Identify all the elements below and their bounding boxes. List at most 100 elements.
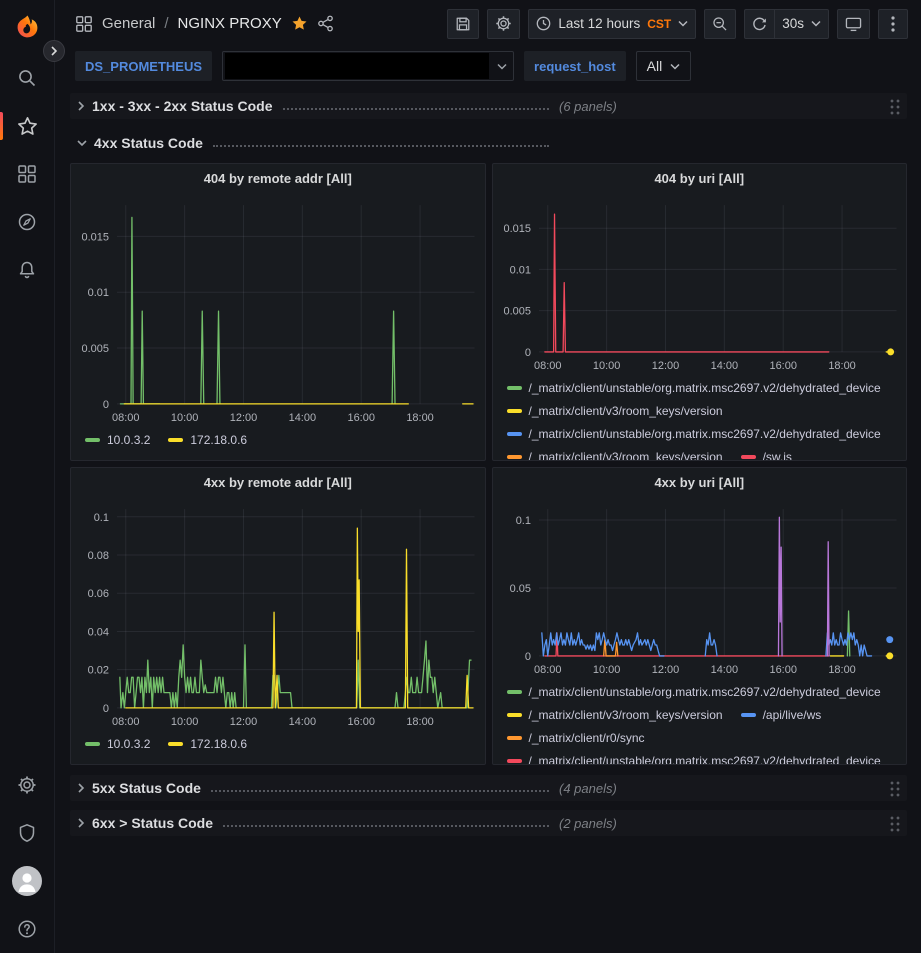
sidebar-item-server-admin[interactable] (0, 809, 55, 857)
row-drag-handle[interactable] (889, 815, 900, 832)
legend-label: /_matrix/client/unstable/org.matrix.msc2… (529, 381, 881, 395)
sidebar-item-profile[interactable] (0, 857, 55, 905)
sidebar-item-dashboards[interactable] (0, 150, 55, 198)
toolbar: Last 12 hours CST (447, 9, 908, 39)
time-range-picker[interactable]: Last 12 hours CST (528, 9, 696, 39)
legend-label: /_matrix/client/v3/room_keys/version (529, 708, 723, 722)
legend-item[interactable]: 10.0.3.2 (85, 433, 150, 447)
chart-legend: /_matrix/client/unstable/org.matrix.msc2… (493, 680, 907, 764)
legend-item[interactable]: /api/live/ws (741, 708, 822, 722)
legend-item[interactable]: /_matrix/client/unstable/org.matrix.msc2… (507, 381, 881, 395)
panel-title[interactable]: 4xx by uri [All] (493, 468, 907, 496)
more-options-button[interactable] (878, 9, 908, 39)
datasource-select[interactable] (222, 51, 514, 81)
row-title: 4xx Status Code (94, 135, 203, 151)
legend-item[interactable]: /_matrix/client/v3/room_keys/version (507, 404, 723, 418)
chevron-slot (491, 63, 513, 70)
legend-swatch (507, 690, 522, 694)
panels-grid: 404 by remote addr [All] 08:0010:0012:00… (70, 163, 907, 765)
expand-sidebar-button[interactable] (43, 40, 65, 62)
svg-text:10:00: 10:00 (171, 716, 198, 728)
refresh-button[interactable] (744, 9, 774, 39)
breadcrumb-separator: / (164, 15, 168, 32)
legend-item[interactable]: /sw.js (741, 450, 792, 461)
row-header-6xx[interactable]: 6xx > Status Code (2 panels) (70, 810, 907, 836)
legend-item[interactable]: /_matrix/client/unstable/org.matrix.msc2… (507, 427, 881, 441)
refresh-interval-label: 30s (782, 16, 804, 31)
row-header-1xx-3xx-2xx[interactable]: 1xx - 3xx - 2xx Status Code (6 panels) (70, 93, 907, 119)
legend-swatch (507, 759, 522, 763)
legend-item[interactable]: 172.18.0.6 (168, 433, 247, 447)
compass-icon (17, 212, 37, 232)
save-dashboard-button[interactable] (447, 9, 479, 39)
legend-item[interactable]: /_matrix/client/unstable/org.matrix.msc2… (507, 754, 881, 765)
favorite-star-icon[interactable] (291, 15, 308, 32)
legend-swatch (168, 742, 183, 746)
legend-swatch (507, 432, 522, 436)
row-header-5xx[interactable]: 5xx Status Code (4 panels) (70, 775, 907, 801)
legend-label: /_matrix/client/r0/sync (529, 731, 645, 745)
legend-row: 10.0.3.2 172.18.0.6 (85, 732, 475, 755)
svg-text:16:00: 16:00 (769, 360, 796, 372)
row-header-4xx[interactable]: 4xx Status Code (70, 130, 907, 156)
svg-text:08:00: 08:00 (534, 360, 561, 372)
dashboard-settings-button[interactable] (487, 9, 520, 39)
row-panel-count: (4 panels) (559, 781, 617, 796)
sidebar-item-configuration[interactable] (0, 761, 55, 809)
sidebar-item-explore[interactable] (0, 198, 55, 246)
legend-row: 10.0.3.2 172.18.0.6 (85, 428, 475, 451)
chevron-down-icon (811, 20, 821, 27)
legend-row: /_matrix/client/unstable/org.matrix.msc2… (507, 749, 897, 764)
legend-label: /_matrix/client/unstable/org.matrix.msc2… (529, 685, 881, 699)
dashboard-title[interactable]: NGINX PROXY (178, 15, 282, 32)
panel-4xx-by-uri: 4xx by uri [All] 08:0010:0012:0014:0016:… (492, 467, 908, 765)
sidebar-item-search[interactable] (0, 54, 55, 102)
legend-row: /_matrix/client/v3/room_keys/version/sw.… (507, 445, 897, 460)
breadcrumb-folder[interactable]: General (102, 15, 155, 32)
chart-canvas[interactable]: 08:0010:0012:0014:0016:0018:0000.020.040… (71, 496, 485, 732)
chart-canvas[interactable]: 08:0010:0012:0014:0016:0018:0000.0050.01… (493, 192, 907, 376)
refresh-button-group: 30s (744, 9, 829, 39)
datasource-variable-label[interactable]: DS_PROMETHEUS (75, 51, 212, 81)
share-icon[interactable] (317, 15, 334, 32)
dotted-leader (283, 108, 549, 110)
svg-text:0: 0 (524, 651, 530, 663)
gear-icon (495, 15, 512, 32)
panel-title[interactable]: 404 by remote addr [All] (71, 164, 485, 192)
svg-text:14:00: 14:00 (289, 412, 316, 424)
panel-title[interactable]: 404 by uri [All] (493, 164, 907, 192)
help-icon (17, 919, 37, 939)
tv-icon (845, 16, 862, 32)
legend-item[interactable]: /_matrix/client/r0/sync (507, 731, 645, 745)
refresh-interval-picker[interactable]: 30s (774, 9, 829, 39)
chart-canvas[interactable]: 08:0010:0012:0014:0016:0018:0000.0050.01… (71, 192, 485, 428)
legend-item[interactable]: /_matrix/client/v3/room_keys/version (507, 708, 723, 722)
sidebar (0, 0, 55, 953)
legend-swatch (507, 386, 522, 390)
row-panel-count: (2 panels) (559, 816, 617, 831)
cycle-view-mode-button[interactable] (837, 9, 870, 39)
apps-grid-icon (75, 15, 93, 33)
row-drag-handle[interactable] (889, 98, 900, 115)
legend-item[interactable]: 10.0.3.2 (85, 737, 150, 751)
chart-canvas[interactable]: 08:0010:0012:0014:0016:0018:0000.050.1 (493, 496, 907, 680)
grafana-logo-icon (14, 14, 41, 41)
sidebar-item-starred[interactable] (0, 102, 55, 150)
legend-label: /_matrix/client/v3/room_keys/version (529, 450, 723, 461)
svg-text:12:00: 12:00 (230, 716, 257, 728)
row-drag-handle[interactable] (889, 780, 900, 797)
host-variable-label[interactable]: request_host (524, 51, 626, 81)
legend-item[interactable]: 172.18.0.6 (168, 737, 247, 751)
sidebar-item-help[interactable] (0, 905, 55, 953)
zoom-out-time-button[interactable] (704, 9, 736, 39)
svg-text:0.015: 0.015 (503, 223, 530, 235)
panel-title[interactable]: 4xx by remote addr [All] (71, 468, 485, 496)
legend-item[interactable]: /_matrix/client/unstable/org.matrix.msc2… (507, 685, 881, 699)
svg-text:0.015: 0.015 (82, 231, 109, 243)
svg-text:16:00: 16:00 (347, 716, 374, 728)
sidebar-item-alerting[interactable] (0, 246, 55, 294)
svg-text:16:00: 16:00 (769, 664, 796, 676)
host-variable-select[interactable]: All (636, 51, 692, 81)
svg-text:0: 0 (524, 347, 530, 359)
legend-item[interactable]: /_matrix/client/v3/room_keys/version (507, 450, 723, 461)
